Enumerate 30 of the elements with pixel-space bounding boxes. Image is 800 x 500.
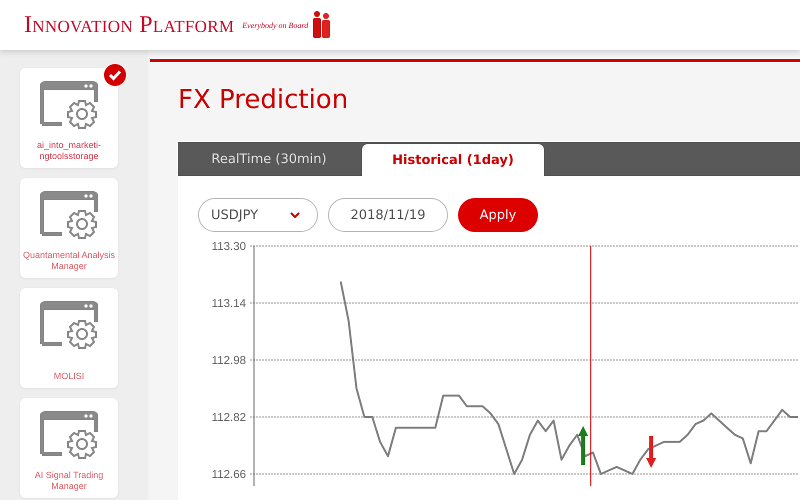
tab[interactable]: RealTime (30min) — [178, 142, 360, 176]
y-tick-label: 112.66 — [212, 469, 246, 481]
tab[interactable]: Historical (1day) — [362, 144, 544, 176]
app-name: ai_into_marketi-ngtoolsstorage — [36, 140, 102, 162]
y-tick-label: 113.14 — [212, 298, 246, 310]
app-card[interactable]: MOLISI — [20, 288, 118, 388]
arrow-down-icon — [646, 436, 656, 468]
check-badge-icon — [104, 64, 126, 86]
window-gear-icon — [38, 190, 100, 240]
app-name: Quantamental Analysis Manager — [22, 250, 116, 272]
people-icon — [310, 10, 332, 40]
app-card[interactable]: ai_into_marketi-ngtoolsstorage — [20, 68, 118, 168]
window-gear-icon — [38, 410, 100, 460]
chevron-down-icon — [289, 211, 301, 219]
arrow-up-icon — [578, 426, 588, 465]
logo-text: Innovation Platform — [24, 12, 234, 38]
app-card[interactable]: Quantamental Analysis Manager — [20, 178, 118, 278]
window-gear-icon — [38, 80, 100, 130]
y-tick-label: 112.82 — [212, 412, 246, 424]
tagline: Everybody on Board — [242, 20, 308, 30]
date-field[interactable]: 2018/11/19 — [328, 198, 448, 232]
y-tick-label: 112.98 — [212, 355, 246, 367]
app-card[interactable]: AI Signal Trading Manager — [20, 398, 118, 498]
y-tick-label: 113.30 — [212, 241, 246, 253]
apply-button[interactable]: Apply — [458, 198, 538, 232]
page-title: FX Prediction — [178, 84, 350, 117]
app-name: AI Signal Trading Manager — [34, 470, 104, 492]
currency-dropdown[interactable]: USDJPY — [198, 198, 318, 232]
window-gear-icon — [38, 300, 100, 350]
app-name: MOLISI — [52, 371, 86, 382]
